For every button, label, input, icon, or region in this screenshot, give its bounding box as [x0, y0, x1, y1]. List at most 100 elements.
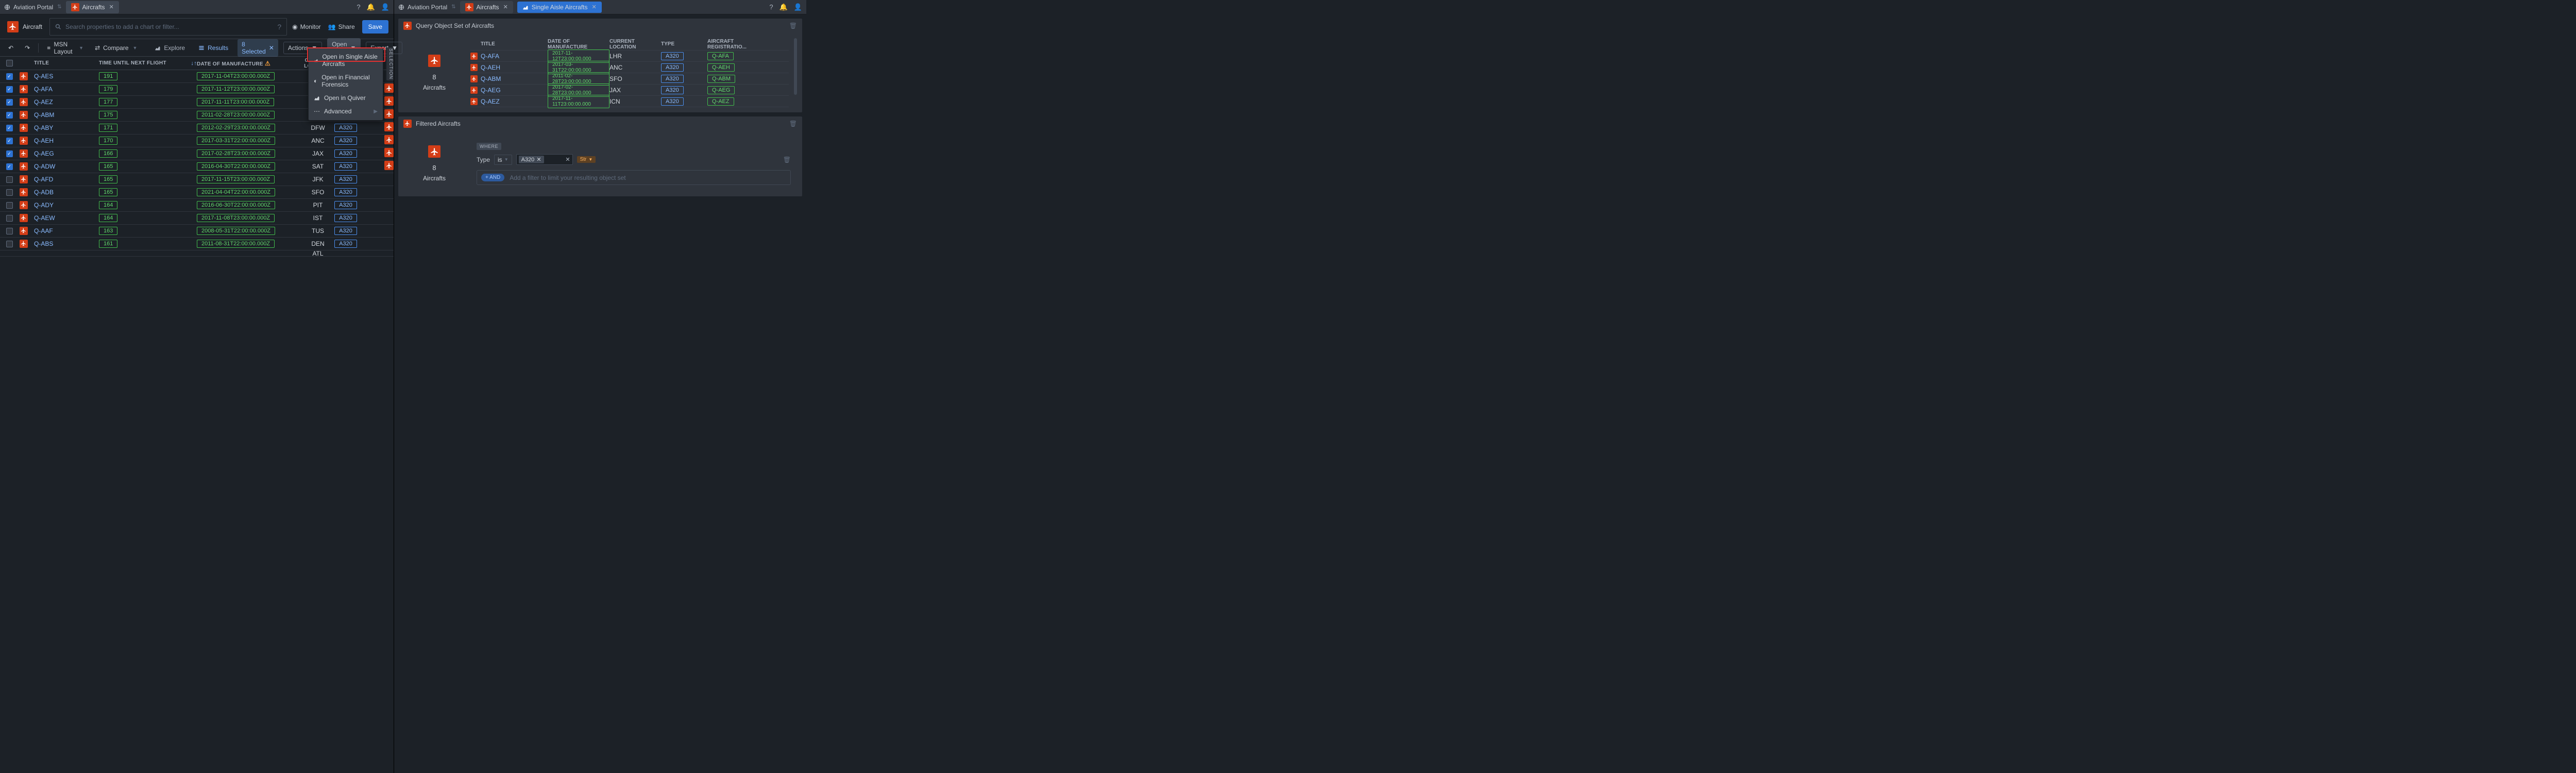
- filter-field[interactable]: Type: [477, 156, 490, 163]
- row-checkbox[interactable]: [6, 176, 13, 183]
- selection-chip[interactable]: 8 Selected ✕: [238, 39, 278, 57]
- row-checkbox[interactable]: [6, 241, 13, 247]
- row-title[interactable]: Q-ADY: [34, 201, 54, 209]
- row-title[interactable]: Q-AFA: [34, 86, 53, 93]
- trash-icon[interactable]: 🗑: [789, 22, 797, 29]
- selection-plane-icon[interactable]: [384, 135, 394, 144]
- table-row[interactable]: Q-AAF 163 2008-05-31T22:00:00.000Z TUS A…: [0, 225, 394, 238]
- row-checkbox[interactable]: [6, 125, 13, 131]
- table-row[interactable]: Q-ADY 164 2016-06-30T22:00:00.000Z PIT A…: [0, 199, 394, 212]
- row-checkbox[interactable]: [6, 138, 13, 144]
- table-row[interactable]: Q-AEW 164 2017-11-08T23:00:00.000Z IST A…: [0, 212, 394, 225]
- selection-plane-icon[interactable]: [384, 161, 394, 170]
- row-checkbox[interactable]: [6, 189, 13, 196]
- results-mode[interactable]: Results: [194, 42, 232, 54]
- row-checkbox[interactable]: [6, 86, 13, 93]
- row-checkbox[interactable]: [6, 112, 13, 119]
- close-icon[interactable]: ✕: [109, 4, 114, 10]
- layout-dropdown[interactable]: MSN Layout▼: [44, 39, 87, 57]
- and-chip[interactable]: + AND: [481, 174, 504, 181]
- selection-plane-icon[interactable]: [384, 83, 394, 93]
- selection-plane-icon[interactable]: [384, 109, 394, 119]
- sort-icon[interactable]: ↓↑: [191, 60, 197, 66]
- table-row[interactable]: Q-AEG 2017-02-28T23:00:00.000 JAX A320 Q…: [470, 85, 789, 96]
- filter-kind-dropdown[interactable]: Str▼: [577, 156, 596, 163]
- clear-selection-icon[interactable]: ✕: [269, 44, 274, 52]
- save-button[interactable]: Save: [362, 20, 388, 33]
- bell-icon[interactable]: 🔔: [367, 3, 375, 11]
- tab-single-aisle[interactable]: Single Aisle Aircrafts ✕: [517, 2, 602, 13]
- row-title[interactable]: Q-AEG: [481, 87, 501, 94]
- table-row[interactable]: Q-AEH 170 2017-03-31T22:00:00.000Z ANC A…: [0, 135, 394, 147]
- table-row[interactable]: Q-ABY 171 2012-02-29T23:00:00.000Z DFW A…: [0, 122, 394, 135]
- trash-icon[interactable]: 🗑: [783, 156, 791, 163]
- row-title[interactable]: Q-ADB: [34, 189, 54, 196]
- table-row[interactable]: Q-AFA 2017-11-12T23:00:00.000 LHR A320 Q…: [470, 51, 789, 62]
- selection-plane-icon[interactable]: [384, 96, 394, 106]
- remove-icon[interactable]: ✕: [536, 156, 541, 163]
- openin-advanced[interactable]: ⋯ Advanced ▶: [309, 105, 383, 118]
- row-checkbox[interactable]: [6, 202, 13, 209]
- share-button[interactable]: 👥Share: [328, 23, 355, 30]
- portal-selector[interactable]: Aviation Portal ⇅: [398, 4, 456, 11]
- col-tunf[interactable]: TIME UNTIL NEXT FLIGHT: [99, 60, 191, 66]
- table-row[interactable]: Q-AEZ 2017-11-11T23:00:00.000 ICN A320 Q…: [470, 96, 789, 107]
- help-icon[interactable]: ?: [277, 23, 281, 31]
- row-title[interactable]: Q-AFA: [481, 53, 499, 60]
- table-row[interactable]: Q-ADW 165 2016-04-30T22:00:00.000Z SAT A…: [0, 160, 394, 173]
- tab-aircrafts[interactable]: Aircrafts ✕: [66, 1, 119, 13]
- row-title[interactable]: Q-AEG: [34, 150, 54, 157]
- tab-aircrafts[interactable]: Aircrafts ✕: [460, 1, 513, 13]
- row-checkbox[interactable]: [6, 163, 13, 170]
- row-title[interactable]: Q-ADW: [34, 163, 55, 170]
- row-checkbox[interactable]: [6, 150, 13, 157]
- selection-plane-icon[interactable]: [384, 122, 394, 131]
- row-title[interactable]: Q-ABY: [34, 124, 53, 131]
- search-box[interactable]: ?: [49, 18, 287, 36]
- table-row[interactable]: Q-ABM 2011-02-28T23:00:00.000 SFO A320 Q…: [470, 73, 789, 85]
- row-title[interactable]: Q-AEH: [481, 64, 500, 71]
- row-checkbox[interactable]: [6, 228, 13, 234]
- row-title[interactable]: Q-AEZ: [34, 98, 53, 106]
- aircraft-chip[interactable]: Aircraft: [5, 19, 44, 35]
- row-checkbox[interactable]: [6, 73, 13, 80]
- clear-icon[interactable]: ✕: [565, 156, 570, 163]
- undo-button[interactable]: ↶: [5, 42, 16, 54]
- openin-single-aisle[interactable]: Open in Single Aisle Aircrafts: [309, 50, 383, 71]
- selection-vertical-label[interactable]: SELECTION: [386, 47, 394, 80]
- row-title[interactable]: Q-ABS: [34, 240, 53, 247]
- table-row[interactable]: Q-AFD 165 2017-11-15T23:00:00.000Z JFK A…: [0, 173, 394, 186]
- monitor-button[interactable]: ◉Monitor: [292, 23, 321, 30]
- user-icon[interactable]: 👤: [381, 3, 389, 11]
- redo-button[interactable]: ↷: [22, 42, 33, 54]
- selection-plane-icon[interactable]: [384, 148, 394, 157]
- scrollbar[interactable]: [794, 38, 797, 95]
- search-input[interactable]: [65, 23, 273, 30]
- bell-icon[interactable]: 🔔: [779, 3, 788, 11]
- help-icon[interactable]: ?: [357, 3, 360, 11]
- explore-mode[interactable]: Explore: [150, 42, 189, 54]
- col-dom[interactable]: DATE OF MANUFACTURE: [197, 61, 263, 67]
- help-icon[interactable]: ?: [769, 3, 773, 11]
- openin-quiver[interactable]: Open in Quiver: [309, 91, 383, 105]
- close-icon[interactable]: ✕: [592, 4, 597, 10]
- row-checkbox[interactable]: [6, 99, 13, 106]
- portal-selector[interactable]: Aviation Portal ⇅: [4, 4, 62, 11]
- table-row[interactable]: Q-AEG 166 2017-02-28T23:00:00.000Z JAX A…: [0, 147, 394, 160]
- openin-financial[interactable]: ◐ Open in Financial Forensics: [309, 71, 383, 91]
- row-title[interactable]: Q-AFD: [34, 176, 53, 183]
- row-checkbox[interactable]: [6, 215, 13, 222]
- user-icon[interactable]: 👤: [794, 3, 802, 11]
- table-row[interactable]: Q-ADB 165 2021-04-04T22:00:00.000Z SFO A…: [0, 186, 394, 199]
- row-title[interactable]: Q-AEH: [34, 137, 54, 144]
- close-icon[interactable]: ✕: [503, 4, 508, 10]
- col-title[interactable]: TITLE: [32, 60, 99, 66]
- filter-value-box[interactable]: A320✕ ✕: [516, 154, 573, 165]
- row-title[interactable]: Q-AAF: [34, 227, 53, 234]
- table-row[interactable]: Q-ABS 161 2011-08-31T22:00:00.000Z DEN A…: [0, 238, 394, 250]
- row-title[interactable]: Q-AES: [34, 73, 53, 80]
- filter-value-chip[interactable]: A320✕: [519, 156, 544, 163]
- row-title[interactable]: Q-AEZ: [481, 98, 500, 105]
- row-title[interactable]: Q-ABM: [481, 75, 501, 82]
- table-row[interactable]: Q-AEH 2017-03-31T22:00:00.000 ANC A320 Q…: [470, 62, 789, 73]
